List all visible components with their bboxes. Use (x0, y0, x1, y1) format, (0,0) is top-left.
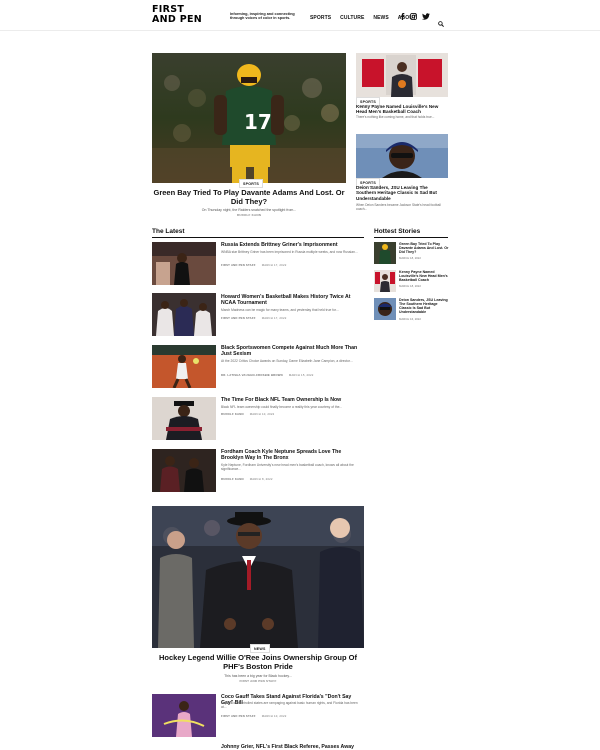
latest-item-meta: FIRST AND PEN STAFF MARCH 17, 2022 (221, 263, 286, 267)
hottest-item-date: MARCH 16, 2022 (399, 317, 421, 321)
latest-item-image[interactable] (152, 293, 216, 336)
hottest-item-title[interactable]: Green Bay Tried To Play Davante Adams An… (399, 242, 449, 254)
side-feature-image[interactable] (356, 134, 448, 178)
hero-title[interactable]: Green Bay Tried To Play Davante Adams An… (152, 188, 346, 206)
side-feature-excerpt: When Deion Sanders became Jackson State'… (356, 203, 441, 211)
latest-item-meta: FIRST AND PEN STAFF MARCH 17, 2022 (221, 316, 286, 320)
latest-item-excerpt: March Madness can be magic for many team… (221, 308, 339, 312)
hottest-item-title[interactable]: Kenny Payne Named Louisville's New Head … (399, 270, 449, 282)
hottest-item-image[interactable] (374, 242, 396, 264)
logo-line-2: AND PEN (152, 14, 202, 25)
latest-item-title[interactable]: Russia Extends Brittney Griner's Impriso… (221, 242, 364, 248)
nav-sports[interactable]: SPORTS (310, 15, 331, 21)
latest-item-image[interactable] (152, 345, 216, 388)
latest-item-title[interactable]: Howard Women's Basketball Makes History … (221, 294, 364, 306)
site-tagline: Informing, inspiring and connecting thro… (230, 12, 295, 21)
site-header: FIRST AND PEN Informing, inspiring and c… (0, 0, 600, 31)
list-item-date: MARCH 10, 2022 (261, 714, 287, 718)
big-feature-image[interactable] (152, 506, 364, 648)
nav-culture[interactable]: CULTURE (340, 15, 364, 21)
twitter-icon[interactable] (422, 13, 430, 20)
hero-image[interactable]: 17 (152, 53, 346, 183)
hottest-item-image[interactable] (374, 298, 396, 320)
latest-item-author[interactable]: RUDOLF KANN (221, 477, 244, 481)
latest-item-image[interactable] (152, 242, 216, 285)
list-item-meta: FIRST AND PEN STAFF MARCH 10, 2022 (221, 714, 286, 718)
list-item-image[interactable] (152, 694, 216, 737)
latest-item-title[interactable]: The Time For Black NFL Team Ownership Is… (221, 397, 364, 403)
latest-item-author[interactable]: FIRST AND PEN STAFF (221, 316, 256, 320)
hero-excerpt: On Thursday night, the Raiders snatched … (201, 208, 297, 212)
svg-text:17: 17 (244, 110, 272, 134)
latest-item-meta: RUDOLF KANN MARCH 10, 2022 (221, 412, 274, 416)
latest-item-date: MARCH 10, 2022 (249, 412, 275, 416)
big-feature-category-badge[interactable]: NEWS (250, 644, 270, 653)
list-item-excerpt: Republican-controlled states are rampagi… (221, 701, 358, 709)
latest-item-date: MARCH 15, 2022 (288, 373, 314, 377)
latest-item-meta: DR. LATISHA VAUGHN-CROSBIE BROWN MARCH 15… (221, 373, 314, 377)
hottest-item-date: MARCH 18, 2022 (399, 256, 421, 260)
latest-item-excerpt: Kyle Neptune, Fordham University's new h… (221, 463, 354, 471)
hottest-item-image[interactable] (374, 270, 396, 292)
site-logo[interactable]: FIRST AND PEN (152, 5, 224, 27)
latest-item-author[interactable]: FIRST AND PEN STAFF (221, 263, 256, 267)
side-feature-title[interactable]: Kenny Payne Named Louisville's New Head … (356, 104, 448, 115)
latest-item-date: MARCH 17, 2022 (261, 316, 287, 320)
latest-item-excerpt: At the 2022 Critics Choice Awards on Sun… (221, 359, 353, 363)
side-feature-excerpt: There's nothing like coming home, and th… (356, 115, 435, 119)
hottest-item-title[interactable]: Deion Sanders, JSU Leaving The Southern … (399, 298, 449, 314)
section-heading-latest: The Latest (152, 228, 185, 235)
section-divider (152, 237, 364, 238)
latest-item-meta: RUDOLF KANN MARCH 8, 2022 (221, 477, 273, 481)
facebook-icon[interactable] (400, 13, 405, 20)
instagram-icon[interactable] (410, 13, 417, 20)
list-item-author[interactable]: FIRST AND PEN STAFF (221, 714, 256, 718)
latest-item-image[interactable] (152, 397, 216, 440)
latest-item-author[interactable]: RUDOLF KANN (221, 412, 244, 416)
latest-item-title[interactable]: Fordham Coach Kyle Neptune Spreads Love … (221, 449, 364, 461)
latest-item-image[interactable] (152, 449, 216, 492)
latest-item-title[interactable]: Black Sportswomen Compete Against Much M… (221, 345, 364, 357)
hero-author[interactable]: RUDOLF KANN (152, 213, 346, 217)
latest-item-excerpt: WNBA star Brittney Griner has been impri… (221, 250, 358, 254)
search-icon (438, 21, 444, 27)
search-button[interactable] (438, 14, 444, 32)
hero-category-badge[interactable]: SPORTS (239, 179, 263, 188)
latest-item-author[interactable]: DR. LATISHA VAUGHN-CROSBIE BROWN (221, 373, 283, 377)
hottest-item-date: MARCH 18, 2022 (399, 284, 421, 288)
latest-item-date: MARCH 17, 2022 (261, 263, 287, 267)
latest-item-date: MARCH 8, 2022 (249, 477, 273, 481)
list-item-title[interactable]: Johnny Grier, NFL's First Black Referee,… (221, 744, 364, 750)
list-item-image[interactable] (152, 744, 216, 750)
social-links (400, 13, 430, 20)
nav-news[interactable]: NEWS (373, 15, 388, 21)
big-feature-author[interactable]: FIRST AND PEN STAFF (152, 679, 364, 683)
section-heading-hottest: Hottest Stories (374, 228, 421, 235)
big-feature-excerpt: This has been a big year for Black hocke… (224, 674, 292, 678)
latest-item-excerpt: Black NFL team ownership could finally b… (221, 405, 343, 409)
side-feature-title[interactable]: Deion Sanders, JSU Leaving The Southern … (356, 185, 448, 201)
section-divider (374, 237, 448, 238)
big-feature-title[interactable]: Hockey Legend Willie O'Ree Joins Ownersh… (152, 653, 364, 671)
side-feature-image[interactable] (356, 53, 448, 97)
